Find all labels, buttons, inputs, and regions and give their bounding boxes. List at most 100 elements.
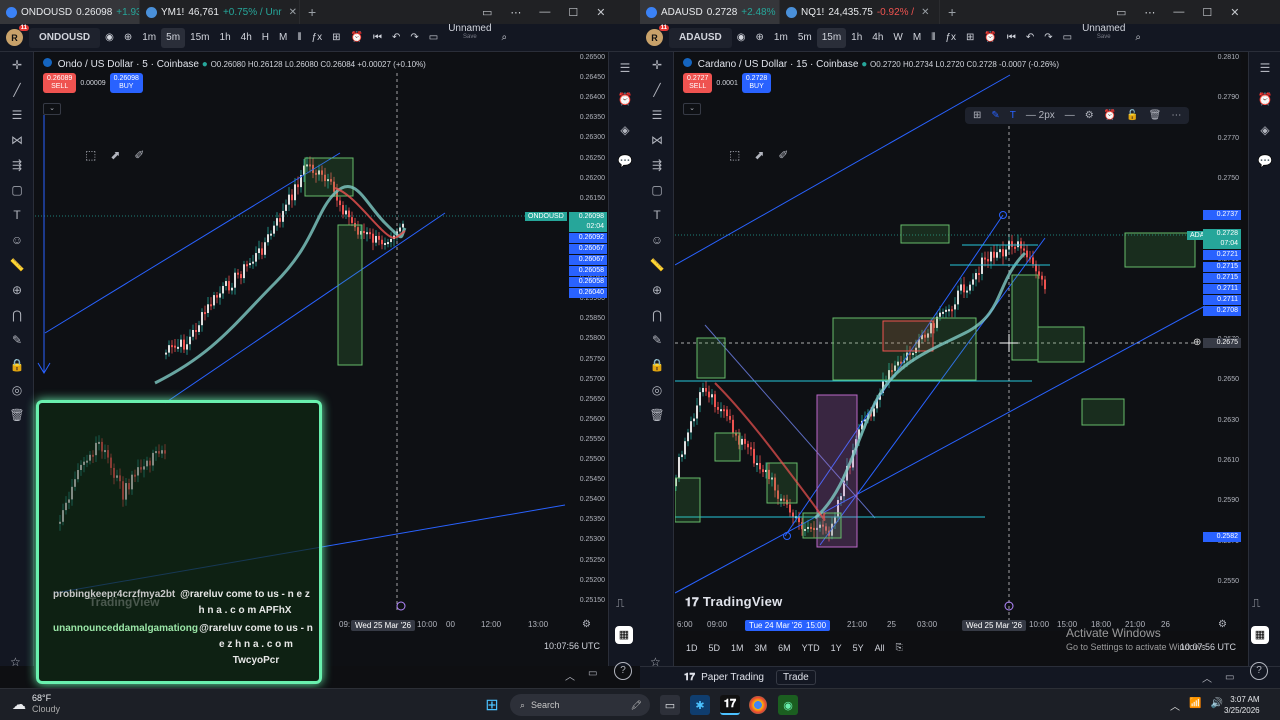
grid-app-icon[interactable]: ▦ (1251, 626, 1269, 644)
interval-h[interactable]: H (257, 24, 274, 52)
hide-icon[interactable]: ◉ (100, 24, 119, 52)
app-icon-1[interactable]: ✱ (690, 695, 710, 715)
symbol-search-button[interactable]: ADAUSD (669, 27, 732, 48)
crosshair-icon[interactable]: ✛ (640, 52, 674, 77)
lock-icon[interactable]: 🔒 (640, 352, 674, 377)
template-icon[interactable]: ⊞ (973, 110, 981, 121)
compare-icon[interactable]: ⊕ (751, 24, 769, 52)
pointer-tool-icon[interactable]: ⬈ (754, 148, 764, 162)
undo-icon[interactable]: ↶ (387, 24, 405, 52)
ruler-icon[interactable]: 📏 (640, 252, 674, 277)
indicators-icon[interactable]: ƒx (307, 24, 328, 52)
close-window-icon[interactable]: ✕ (1230, 6, 1239, 19)
visibility-icon[interactable]: ◎ (640, 377, 674, 402)
grid-app-icon[interactable]: ▦ (615, 626, 633, 644)
compare-icon[interactable]: ⊕ (119, 24, 137, 52)
minimize-icon[interactable]: — (539, 6, 550, 18)
interval-m[interactable]: M (908, 24, 926, 52)
interval-4h[interactable]: 4h (867, 24, 888, 52)
magnet-icon[interactable]: ⋂ (0, 302, 34, 327)
close-tab-icon[interactable]: ✕ (289, 7, 297, 18)
undo-icon[interactable]: ↶ (1021, 24, 1039, 52)
candles-icon[interactable]: ⫴ (926, 24, 940, 52)
rectangle-tool-icon[interactable]: ⬚ (729, 148, 740, 162)
search-icon[interactable]: ⌕ (497, 24, 513, 52)
interval-w[interactable]: W (888, 24, 907, 52)
line-style-icon[interactable]: — (1065, 110, 1075, 121)
interval-1m[interactable]: 1m (137, 24, 161, 52)
fib-icon[interactable]: ☰ (0, 102, 34, 127)
layers-icon[interactable]: ◈ (1249, 114, 1280, 145)
chat-icon[interactable]: 💬 (609, 145, 640, 176)
maximize-icon[interactable]: ☐ (568, 6, 578, 19)
lock-icon[interactable]: 🔒 (0, 352, 34, 377)
layout-grid-icon[interactable]: ⊞ (961, 24, 979, 52)
period-1y[interactable]: 1Y (831, 643, 842, 653)
emoji-icon[interactable]: ☺ (0, 227, 34, 252)
shapes-icon[interactable]: ▢ (0, 177, 34, 202)
taskbar-search[interactable]: ⌕ Search 🖍 (510, 694, 650, 716)
interval-5m[interactable]: 5m (793, 24, 817, 52)
help-icon[interactable]: ? (614, 662, 632, 680)
new-tab-icon[interactable]: + (940, 4, 964, 20)
layout-icon[interactable]: ▭ (424, 24, 443, 52)
zoom-icon[interactable]: ⊕ (640, 277, 674, 302)
trend-line-icon[interactable]: ╱ (0, 77, 34, 102)
paper-trading-tab[interactable]: Paper Trading (701, 672, 764, 683)
layout-icon[interactable]: ▭ (1058, 24, 1077, 52)
hide-icon[interactable]: ◉ (732, 24, 751, 52)
pointer-tool-icon[interactable]: ⬈ (110, 148, 120, 162)
period-1d[interactable]: 1D (686, 643, 698, 653)
brush-tool-icon[interactable]: ✐ (778, 148, 788, 162)
new-tab-icon[interactable]: + (300, 4, 324, 20)
prediction-icon[interactable]: ⇶ (0, 152, 34, 177)
replay-icon[interactable]: ⏮ (1002, 24, 1021, 52)
text-color-icon[interactable]: T (1010, 110, 1016, 121)
settings-icon[interactable]: ⚙ (1085, 110, 1094, 121)
ruler-icon[interactable]: 📏 (0, 252, 34, 277)
expand-icon[interactable]: ︿ (565, 668, 575, 683)
buy-button[interactable]: 0.2728 BUY (741, 73, 772, 93)
layout-name-button[interactable]: Unnamed Save (443, 23, 496, 52)
task-view-icon[interactable]: ▭ (660, 695, 680, 715)
favorite-star-icon[interactable]: ☆ (10, 655, 21, 669)
volume-icon[interactable]: 🔊 (1210, 698, 1222, 713)
layers-icon[interactable]: ◈ (609, 114, 640, 145)
keyboard-icon[interactable]: ⎍ (1252, 596, 1260, 611)
redo-icon[interactable]: ↷ (405, 24, 423, 52)
tab-adausd[interactable]: ADAUSD 0.2728 +2.48% ✕ (640, 0, 780, 24)
period-5d[interactable]: 5D (709, 643, 721, 653)
trend-line-icon[interactable]: ╱ (640, 77, 674, 102)
brush-tool-icon[interactable]: ✐ (134, 148, 144, 162)
tab-ym1[interactable]: YM1! 46,761 +0.75% / Unr ✕ (140, 0, 300, 24)
tray-chevron-icon[interactable]: ︿ (1170, 698, 1180, 713)
fullscreen-icon[interactable]: ▭ (588, 668, 597, 679)
tab-ondousd[interactable]: ONDOUSD 0.26098 +1.93 ✕ (0, 0, 140, 24)
lock-icon[interactable]: 🔓 (1126, 110, 1138, 121)
interval-15m[interactable]: 15m (816, 27, 847, 48)
text-icon[interactable]: T (0, 202, 34, 227)
period-6m[interactable]: 6M (778, 643, 791, 653)
crosshair-icon[interactable]: ✛ (0, 52, 34, 77)
pattern-icon[interactable]: ⋈ (0, 127, 34, 152)
search-icon[interactable]: ⌕ (1130, 24, 1146, 52)
tray-clock[interactable]: 3:07 AM 3/25/2026 (1224, 694, 1260, 716)
rectangle-tool-icon[interactable]: ⬚ (85, 148, 96, 162)
visibility-icon[interactable]: ◎ (0, 377, 34, 402)
tradingview-app-icon[interactable]: 𝟏𝟕 (720, 695, 740, 715)
trash-icon[interactable]: 🗑 (640, 402, 674, 427)
redo-icon[interactable]: ↷ (1039, 24, 1057, 52)
watchlist-icon[interactable]: ☰ (1249, 52, 1280, 83)
network-icon[interactable]: 📶 (1189, 698, 1201, 713)
weather-widget[interactable]: ☁ 68°F Cloudy (12, 693, 60, 715)
interval-1h[interactable]: 1h (215, 24, 236, 52)
chrome-icon[interactable] (749, 696, 767, 714)
trash-icon[interactable]: 🗑 (0, 402, 34, 427)
period-all[interactable]: All (875, 643, 885, 653)
interval-m[interactable]: M (274, 24, 292, 52)
avatar[interactable]: R 11 (646, 25, 669, 46)
zoom-icon[interactable]: ⊕ (0, 277, 34, 302)
maximize-icon[interactable]: ☐ (1202, 6, 1212, 19)
text-icon[interactable]: T (640, 202, 674, 227)
delete-icon[interactable]: 🗑 (1149, 110, 1162, 121)
